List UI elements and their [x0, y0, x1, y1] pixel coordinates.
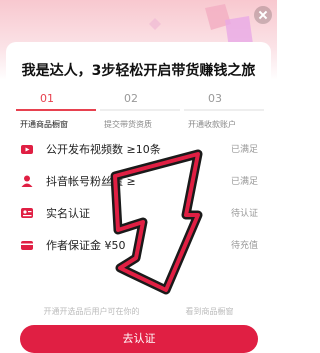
annotation-arrow-icon: [110, 149, 203, 295]
